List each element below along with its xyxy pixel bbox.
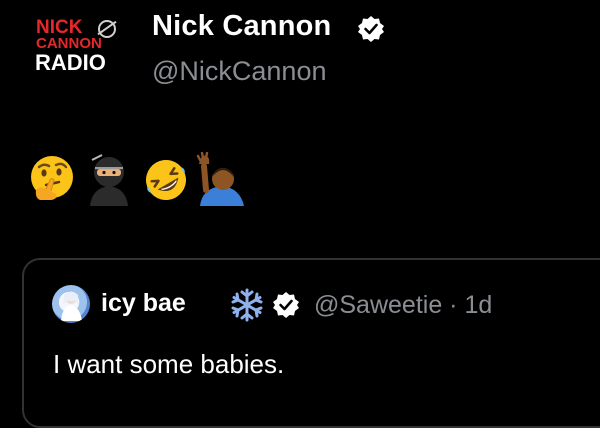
person-raising-hand-icon: [196, 152, 244, 206]
author-display-name[interactable]: Nick Cannon: [152, 10, 331, 43]
author-avatar[interactable]: NICK CANNON RADIO: [34, 14, 126, 80]
quoted-author-display-name[interactable]: icy bae: [101, 289, 186, 318]
logo-text-cannon: CANNON: [36, 35, 102, 52]
quoted-tweet-card[interactable]: [22, 258, 600, 428]
quoted-handle-and-time[interactable]: @Saweetie · 1d: [314, 291, 492, 320]
logo-text-radio: RADIO: [35, 50, 106, 75]
snowflake-icon: [231, 288, 263, 322]
thinking-face-icon: [31, 156, 73, 200]
quoted-tweet-text: I want some babies.: [53, 349, 285, 379]
verified-badge-icon: [358, 16, 384, 42]
quoted-author-avatar[interactable]: [52, 285, 90, 323]
rolling-on-floor-laughing-icon: [146, 160, 186, 200]
quoted-verified-badge-icon: [273, 292, 299, 318]
avatar-image: [61, 291, 82, 321]
author-handle[interactable]: @NickCannon: [152, 56, 327, 87]
ninja-icon: [90, 154, 128, 206]
